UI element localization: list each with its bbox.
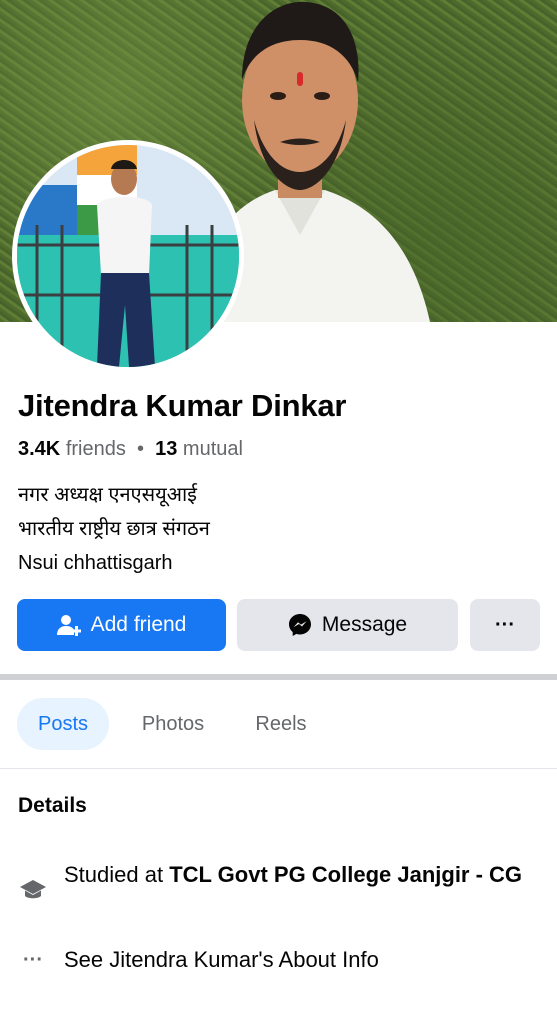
- friends-count: 3.4K: [18, 438, 61, 460]
- add-friend-label: Add friend: [90, 613, 187, 636]
- profile-name: Jitendra Kumar Dinkar: [18, 388, 347, 423]
- avatar-photo: [17, 145, 239, 367]
- tab-reels[interactable]: Reels: [238, 698, 324, 750]
- person-add-icon: [56, 615, 81, 636]
- more-options-icon: ···: [495, 613, 515, 636]
- education-prefix: Studied at: [64, 862, 170, 887]
- friends-word: friends: [65, 438, 126, 460]
- education-text: Studied at TCL Govt PG College Janjgir -…: [64, 860, 522, 890]
- message-button[interactable]: Message: [237, 599, 458, 651]
- message-label: Message: [321, 613, 408, 636]
- section-divider: [0, 674, 557, 680]
- education-place[interactable]: TCL Govt PG College Janjgir - CG: [169, 862, 522, 887]
- separator-dot: •: [136, 438, 144, 460]
- tab-photos[interactable]: Photos: [124, 698, 222, 750]
- profile-picture[interactable]: [12, 140, 244, 372]
- bio-line: नगर अध्यक्ष एनएसयूआई: [18, 484, 197, 506]
- about-info-text: See Jitendra Kumar's About Info: [64, 947, 379, 972]
- tab-posts[interactable]: Posts: [17, 698, 109, 750]
- details-heading: Details: [18, 794, 87, 817]
- profile-bio: नगर अध्यक्ष एनएसयूआई भारतीय राष्ट्रीय छा…: [18, 478, 210, 580]
- tabs-divider: [0, 768, 557, 769]
- education-detail[interactable]: Studied at TCL Govt PG College Janjgir -…: [18, 860, 538, 905]
- more-dots-icon: ···: [23, 948, 43, 971]
- mutual-count: 13: [155, 438, 178, 460]
- bio-line: भारतीय राष्ट्रीय छात्र संगठन: [18, 518, 210, 540]
- messenger-icon: [288, 614, 311, 636]
- graduation-cap-icon: [18, 875, 48, 905]
- avatar: [17, 145, 239, 367]
- more-options-button[interactable]: ···: [470, 599, 540, 651]
- friends-summary[interactable]: 3.4K friends • 13 mutual: [18, 438, 243, 461]
- add-friend-button[interactable]: Add friend: [17, 599, 226, 651]
- about-info-link[interactable]: ··· See Jitendra Kumar's About Info: [18, 945, 379, 975]
- bio-line: Nsui chhattisgarh: [18, 552, 173, 574]
- mutual-word: mutual: [182, 438, 243, 460]
